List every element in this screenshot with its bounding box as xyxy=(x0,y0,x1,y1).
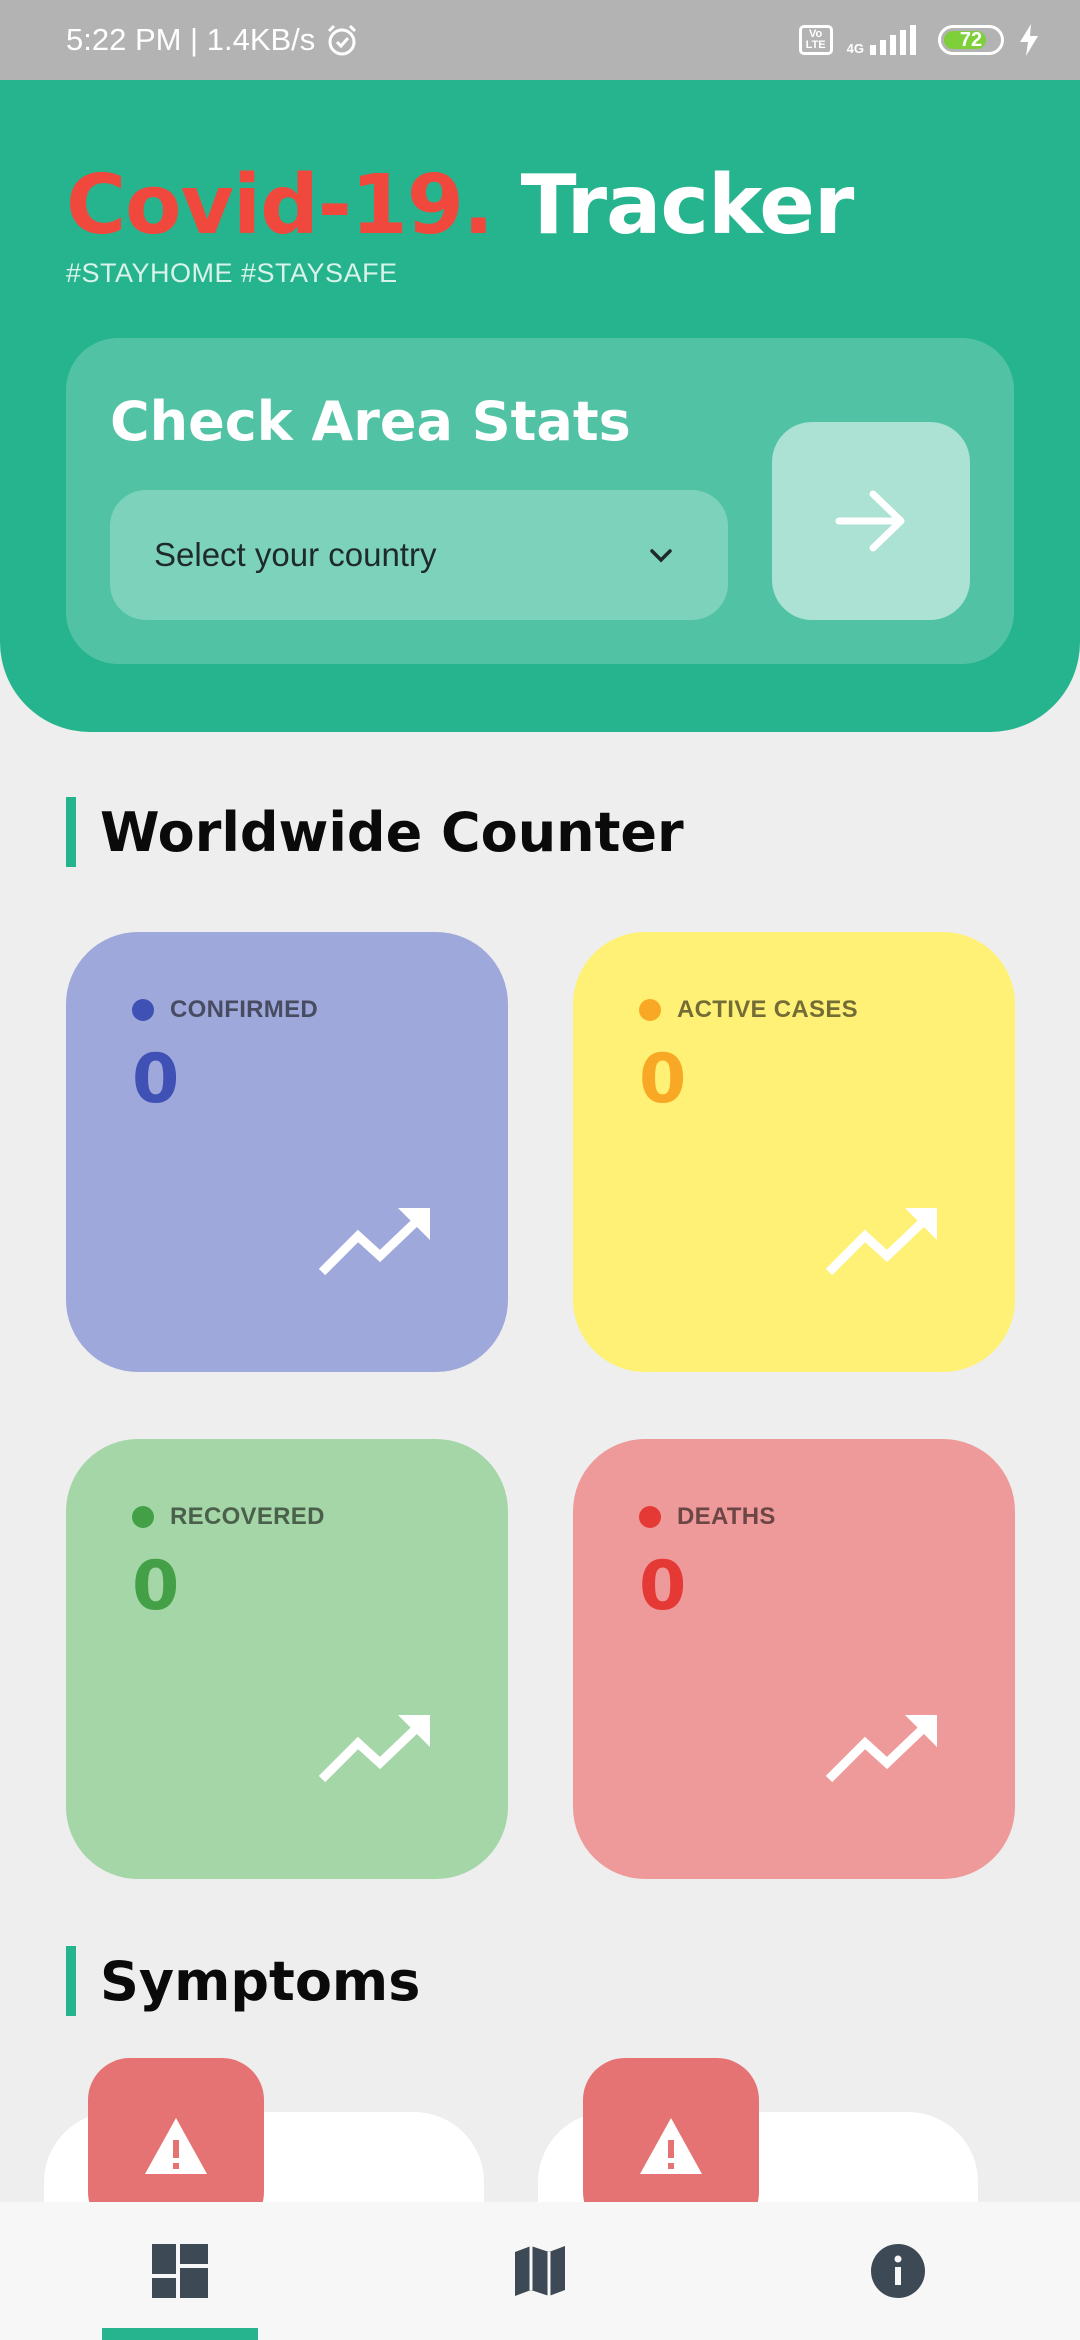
map-icon xyxy=(515,2246,565,2296)
active-cases-value: 0 xyxy=(639,1040,687,1119)
area-stats-title: Check Area Stats xyxy=(110,390,631,453)
arrow-right-icon xyxy=(835,490,905,552)
nav-info[interactable] xyxy=(798,2202,998,2340)
confirmed-dot xyxy=(132,999,154,1021)
active-cases-dot xyxy=(639,999,661,1021)
status-bar: 5:22 PM | 1.4KB/s Vo LTE 4G 72 xyxy=(0,0,1080,80)
section-accent-bar xyxy=(66,1946,76,2016)
chevron-down-icon xyxy=(650,549,672,563)
deaths-label: DEATHS xyxy=(677,1503,776,1530)
dashboard-icon xyxy=(152,2244,208,2298)
area-stats-card: Check Area Stats Select your country xyxy=(66,338,1014,664)
go-button[interactable] xyxy=(772,422,970,620)
hashtag-subtitle: #STAYHOME #STAYSAFE xyxy=(66,258,398,288)
confirmed-value: 0 xyxy=(132,1040,180,1119)
volte-icon: Vo LTE xyxy=(798,25,833,55)
status-left: 5:22 PM | 1.4KB/s xyxy=(66,0,359,80)
trending-up-icon xyxy=(318,1715,430,1783)
charging-icon xyxy=(1020,24,1038,56)
battery-icon: 72 xyxy=(938,25,1004,55)
worldwide-title: Worldwide Counter xyxy=(100,800,684,864)
recovered-value: 0 xyxy=(132,1547,180,1626)
recovered-dot xyxy=(132,1506,154,1528)
trending-up-icon xyxy=(318,1208,430,1276)
nav-map[interactable] xyxy=(440,2202,640,2340)
deaths-value: 0 xyxy=(639,1547,687,1626)
recovered-label: RECOVERED xyxy=(170,1503,325,1530)
deaths-card[interactable]: DEATHS 0 xyxy=(573,1439,1015,1879)
confirmed-card[interactable]: CONFIRMED 0 xyxy=(66,932,508,1372)
nav-dashboard[interactable] xyxy=(80,2202,280,2340)
bottom-nav xyxy=(0,2202,1080,2340)
symptoms-title: Symptoms xyxy=(100,1949,421,2013)
trending-up-icon xyxy=(825,1208,937,1276)
info-icon xyxy=(871,2244,925,2298)
section-accent-bar xyxy=(66,797,76,867)
alarm-icon xyxy=(328,24,357,56)
warning-icon xyxy=(640,2118,702,2174)
app-title: Covid-19. Tracker xyxy=(66,158,854,253)
status-right: Vo LTE 4G 72 xyxy=(798,0,1040,80)
deaths-dot xyxy=(639,1506,661,1528)
country-select-placeholder: Select your country xyxy=(154,536,437,573)
recovered-card[interactable]: RECOVERED 0 xyxy=(66,1439,508,1879)
active-cases-card[interactable]: ACTIVE CASES 0 xyxy=(573,932,1015,1372)
signal-icon: 4G xyxy=(847,25,924,55)
nav-active-indicator xyxy=(102,2328,258,2340)
symptoms-section-header: Symptoms xyxy=(66,1946,420,2016)
status-time-speed: 5:22 PM | 1.4KB/s xyxy=(66,22,316,57)
active-cases-label: ACTIVE CASES xyxy=(677,996,858,1023)
worldwide-section-header: Worldwide Counter xyxy=(66,797,684,867)
warning-icon xyxy=(145,2118,207,2174)
trending-up-icon xyxy=(825,1715,937,1783)
confirmed-label: CONFIRMED xyxy=(170,996,319,1023)
header: Covid-19. Tracker #STAYHOME #STAYSAFE Ch… xyxy=(0,80,1080,732)
country-select[interactable]: Select your country xyxy=(110,490,728,620)
